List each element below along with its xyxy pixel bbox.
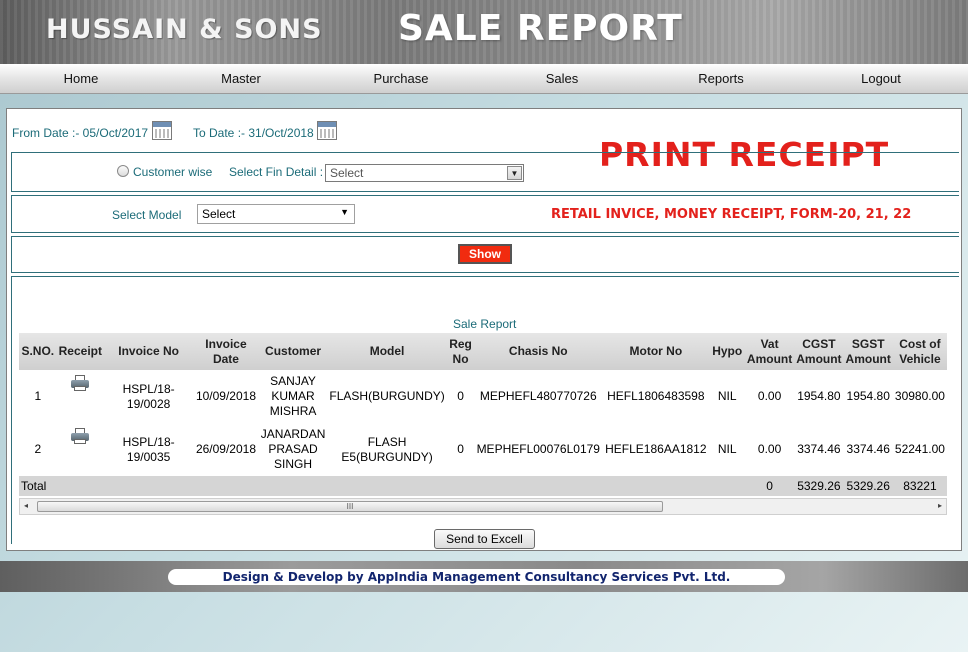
printer-icon[interactable] — [70, 375, 90, 392]
cell-receipt — [57, 423, 104, 476]
fin-detail-select[interactable]: Select ▼ — [325, 164, 524, 182]
page-title: SALE REPORT — [398, 8, 683, 49]
report-panel: From Date :- 05/Oct/2017 To Date :- 31/O… — [6, 108, 962, 551]
scroll-thumb[interactable]: III — [37, 501, 663, 512]
model-select[interactable]: Select ▼ — [197, 204, 355, 224]
nav-master[interactable]: Master — [181, 71, 301, 86]
from-date-calendar-icon[interactable] — [152, 121, 172, 140]
table-row: 2 HSPL/18-19/0035 26/09/2018 JANARDAN PR… — [19, 423, 947, 476]
cell-sno: 1 — [34, 389, 42, 403]
cell-invoice-no: HSPL/18-19/0035 — [122, 434, 175, 464]
col-invoice-no: Invoice No — [103, 333, 194, 370]
send-to-excel-button[interactable]: Send to Excell — [434, 529, 535, 549]
cell-receipt — [57, 370, 104, 423]
horizontal-scrollbar[interactable]: ◂ III ▸ — [19, 498, 947, 515]
scroll-left-icon[interactable]: ◂ — [24, 501, 28, 510]
to-date-label: To Date :- 31/Oct/2018 — [193, 126, 314, 140]
cell-customer: SANJAY KUMAR MISHRA — [269, 374, 317, 418]
main-nav: Home Master Purchase Sales Reports Logou… — [0, 64, 968, 94]
cell-motor-no: HEFLE186AA1812 — [605, 442, 707, 456]
total-cgst: 5329.26 — [794, 476, 844, 496]
filter-row-fin: Customer wise Select Fin Detail : Select… — [11, 152, 959, 192]
app-header: HUSSAIN & SONS SALE REPORT — [0, 0, 968, 64]
col-invoice-date: Invoice Date — [193, 333, 259, 370]
customer-wise-label: Customer wise — [133, 165, 213, 179]
col-sno: S.NO. — [19, 333, 57, 370]
col-vat: Vat Amount — [744, 333, 795, 370]
model-value: Select — [202, 207, 236, 221]
sale-report-table: S.NO. Receipt Invoice No Invoice Date Cu… — [19, 333, 947, 496]
footer-bar: Design & Develop by AppIndia Management … — [0, 561, 968, 592]
cell-model: FLASH E5(BURGUNDY) — [341, 434, 433, 464]
total-label: Total — [19, 476, 104, 496]
cell-invoice-date: 26/09/2018 — [195, 442, 256, 456]
cell-chasis-no: MEPHEFL00076L0179 — [476, 442, 600, 456]
col-reg-no: Reg No — [446, 333, 475, 370]
footer-credit: Design & Develop by AppIndia Management … — [168, 569, 785, 585]
table-row: 1 HSPL/18-19/0028 10/09/2018 SANJAY KUMA… — [19, 370, 947, 423]
nav-purchase[interactable]: Purchase — [341, 71, 461, 86]
cell-reg-no: 0 — [457, 389, 464, 403]
total-row: Total 0 5329.26 5329.26 83221 — [19, 476, 947, 496]
col-customer: Customer — [258, 333, 328, 370]
col-motor-no: Motor No — [602, 333, 710, 370]
col-sgst: SGST Amount — [843, 333, 893, 370]
cell-invoice-date: 10/09/2018 — [195, 389, 256, 403]
total-spacer — [103, 476, 745, 496]
cell-cgst: 3374.46 — [797, 442, 841, 456]
from-date-label: From Date :- 05/Oct/2017 — [12, 126, 149, 140]
col-hypo: Hypo — [709, 333, 745, 370]
customer-wise-radio[interactable] — [117, 165, 129, 177]
printer-icon[interactable] — [70, 428, 90, 445]
cell-hypo: NIL — [717, 442, 737, 456]
report-caption: Sale Report — [453, 317, 517, 331]
nav-home[interactable]: Home — [21, 71, 141, 86]
nav-sales[interactable]: Sales — [502, 71, 622, 86]
to-date-calendar-icon[interactable] — [317, 121, 337, 140]
fin-detail-value: Select — [330, 166, 364, 180]
cell-sgst: 1954.80 — [846, 389, 890, 403]
show-button[interactable]: Show — [458, 244, 512, 264]
cell-model: FLASH(BURGUNDY) — [329, 389, 445, 403]
fin-detail-label: Select Fin Detail : — [229, 165, 324, 179]
scroll-right-icon[interactable]: ▸ — [938, 501, 942, 510]
cell-vat: 0.00 — [757, 442, 782, 456]
table-header-row: S.NO. Receipt Invoice No Invoice Date Cu… — [19, 333, 947, 370]
total-cost: 83221 — [892, 476, 947, 496]
nav-logout[interactable]: Logout — [821, 71, 941, 86]
col-chasis-no: Chasis No — [474, 333, 603, 370]
cell-motor-no: HEFL1806483598 — [607, 389, 705, 403]
model-label: Select Model — [112, 208, 182, 222]
col-cost: Cost of Vehicle — [892, 333, 947, 370]
cell-customer: JANARDAN PRASAD SINGH — [260, 427, 326, 471]
cell-sno: 2 — [34, 442, 42, 456]
cell-cost: 30980.00 — [894, 389, 945, 403]
cell-cgst: 1954.80 — [797, 389, 841, 403]
brand-name: HUSSAIN & SONS — [46, 14, 323, 45]
col-receipt: Receipt — [56, 333, 104, 370]
retail-annotation: RETAIL INVICE, MONEY RECEIPT, FORM-20, 2… — [551, 207, 912, 222]
cell-reg-no: 0 — [457, 442, 464, 456]
col-model: Model — [327, 333, 447, 370]
total-sgst: 5329.26 — [843, 476, 893, 496]
total-vat: 0 — [744, 476, 795, 496]
chevron-down-icon: ▼ — [507, 166, 522, 180]
cell-vat: 0.00 — [757, 389, 782, 403]
col-cgst: CGST Amount — [794, 333, 844, 370]
cell-hypo: NIL — [717, 389, 737, 403]
chevron-down-icon: ▼ — [340, 207, 349, 217]
nav-reports[interactable]: Reports — [661, 71, 781, 86]
cell-cost: 52241.00 — [894, 442, 945, 456]
cell-chasis-no: MEPHEFL480770726 — [479, 389, 597, 403]
cell-sgst: 3374.46 — [846, 442, 890, 456]
cell-invoice-no: HSPL/18-19/0028 — [122, 381, 175, 411]
